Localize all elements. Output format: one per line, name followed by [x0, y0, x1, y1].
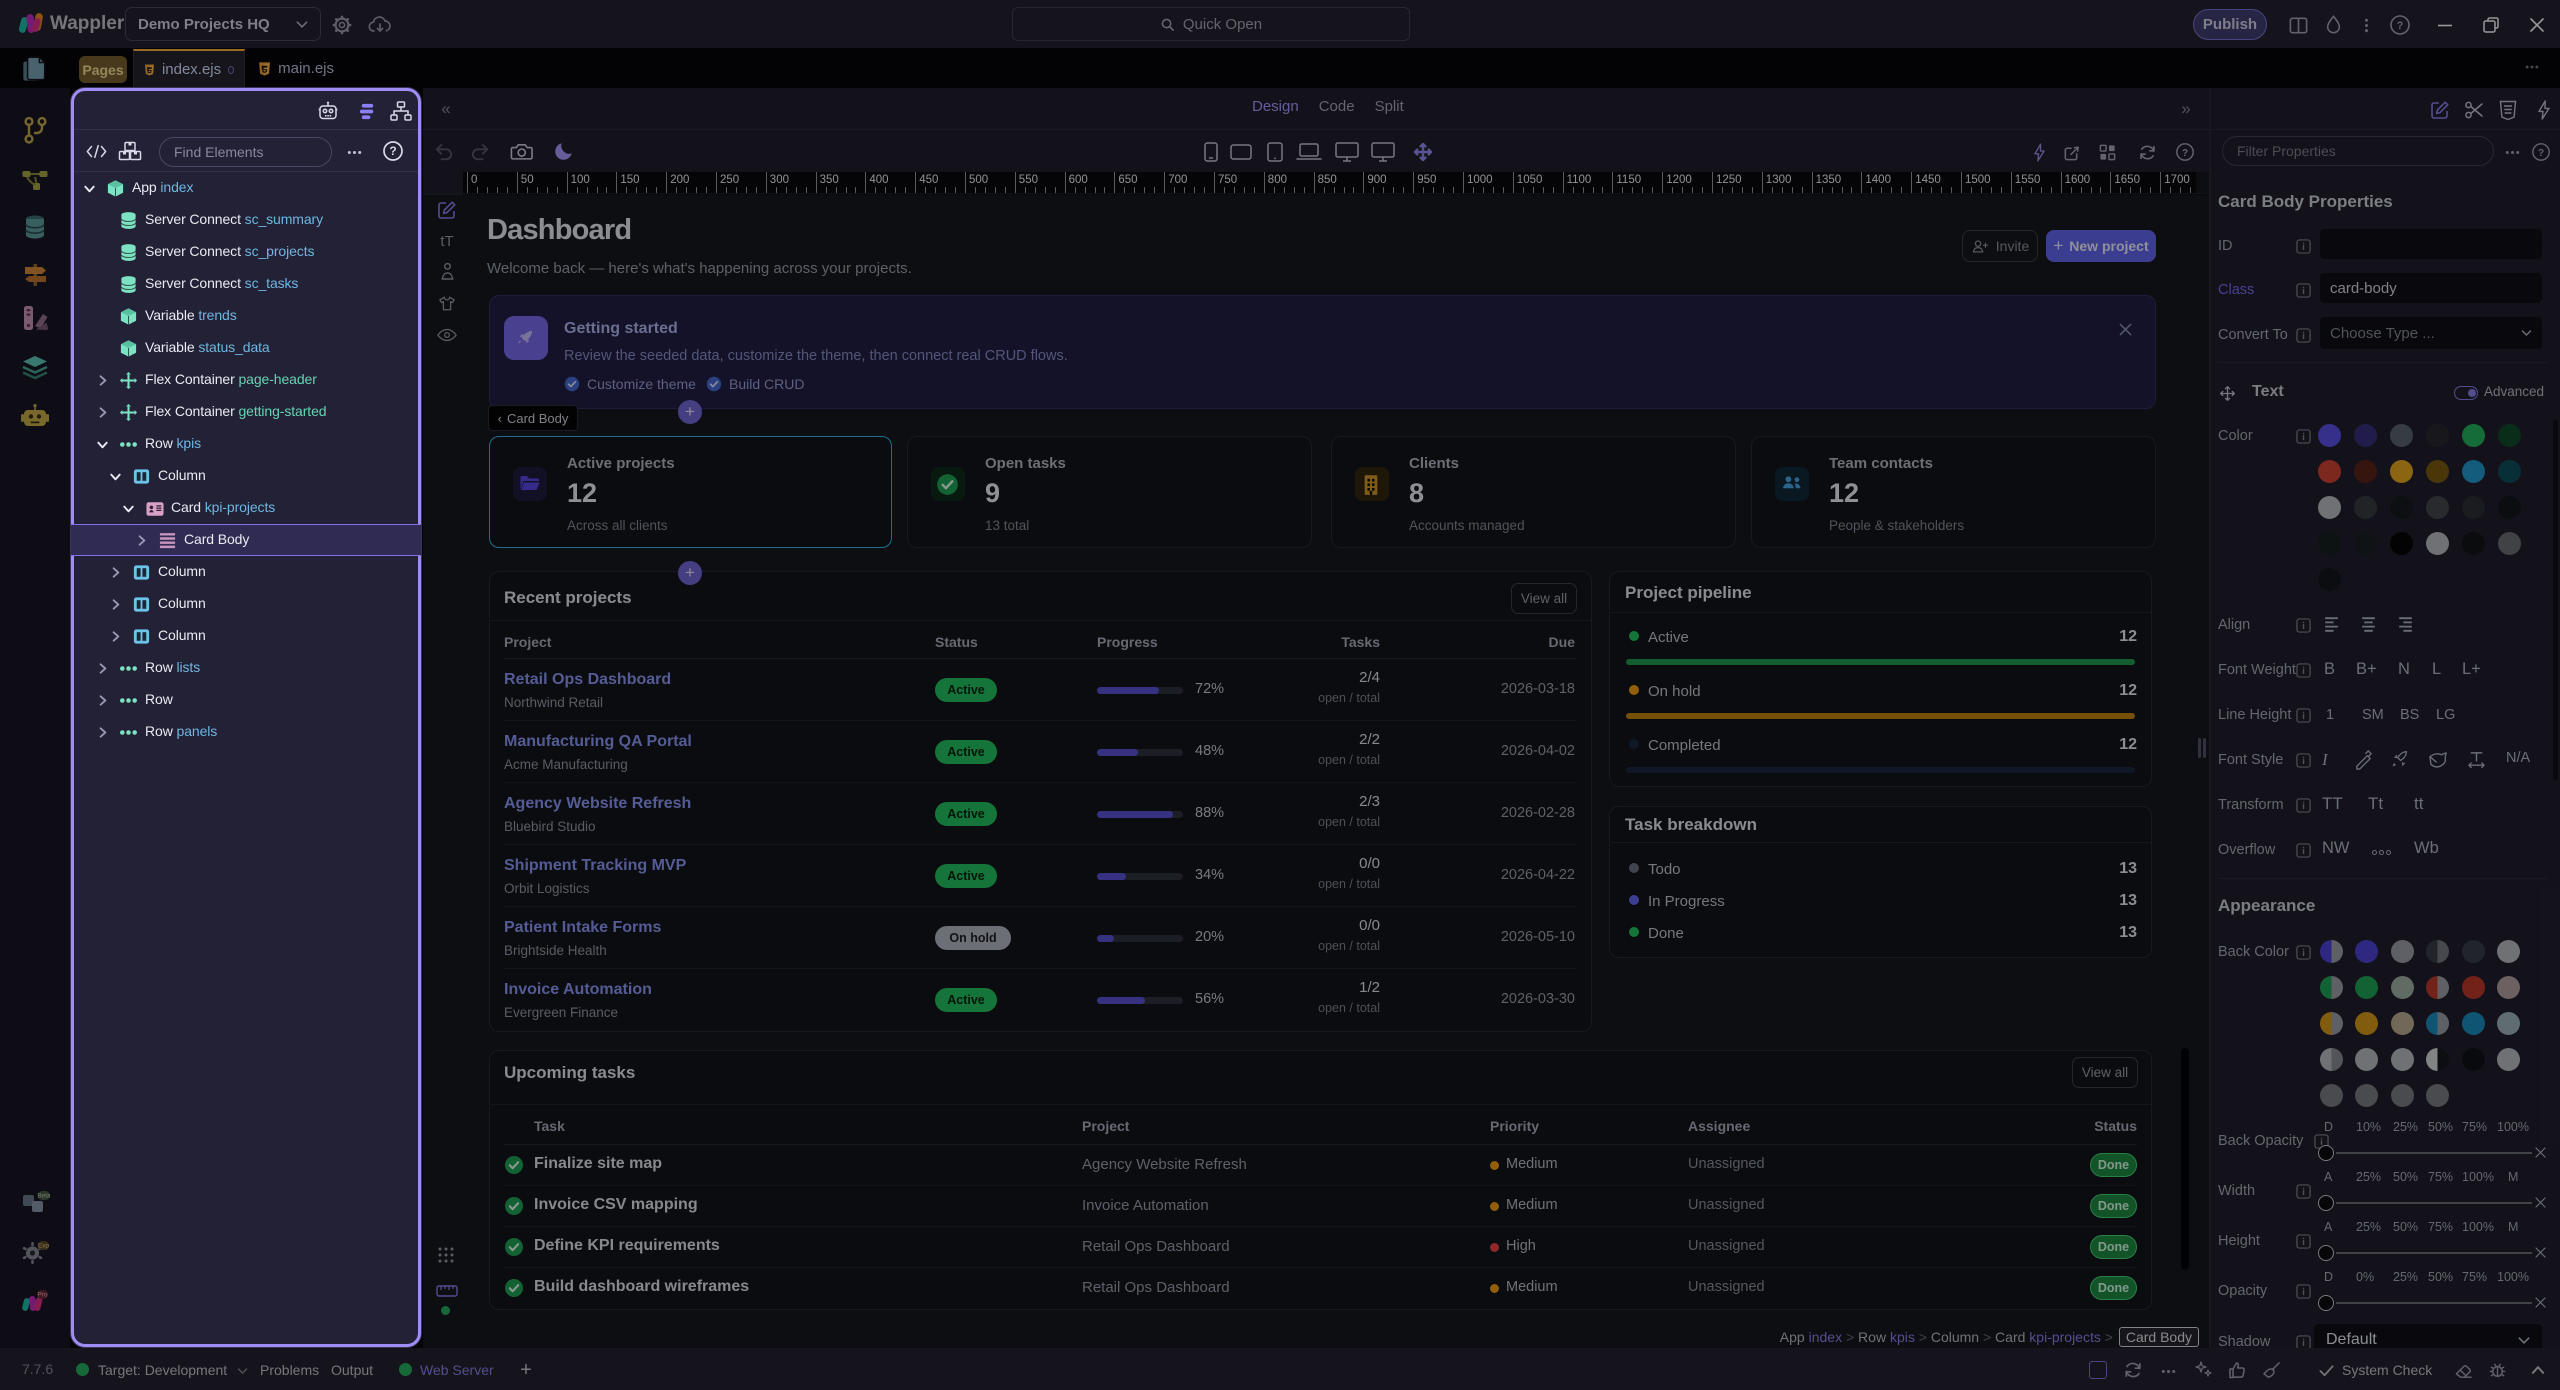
- svg-text:?: ?: [389, 144, 396, 158]
